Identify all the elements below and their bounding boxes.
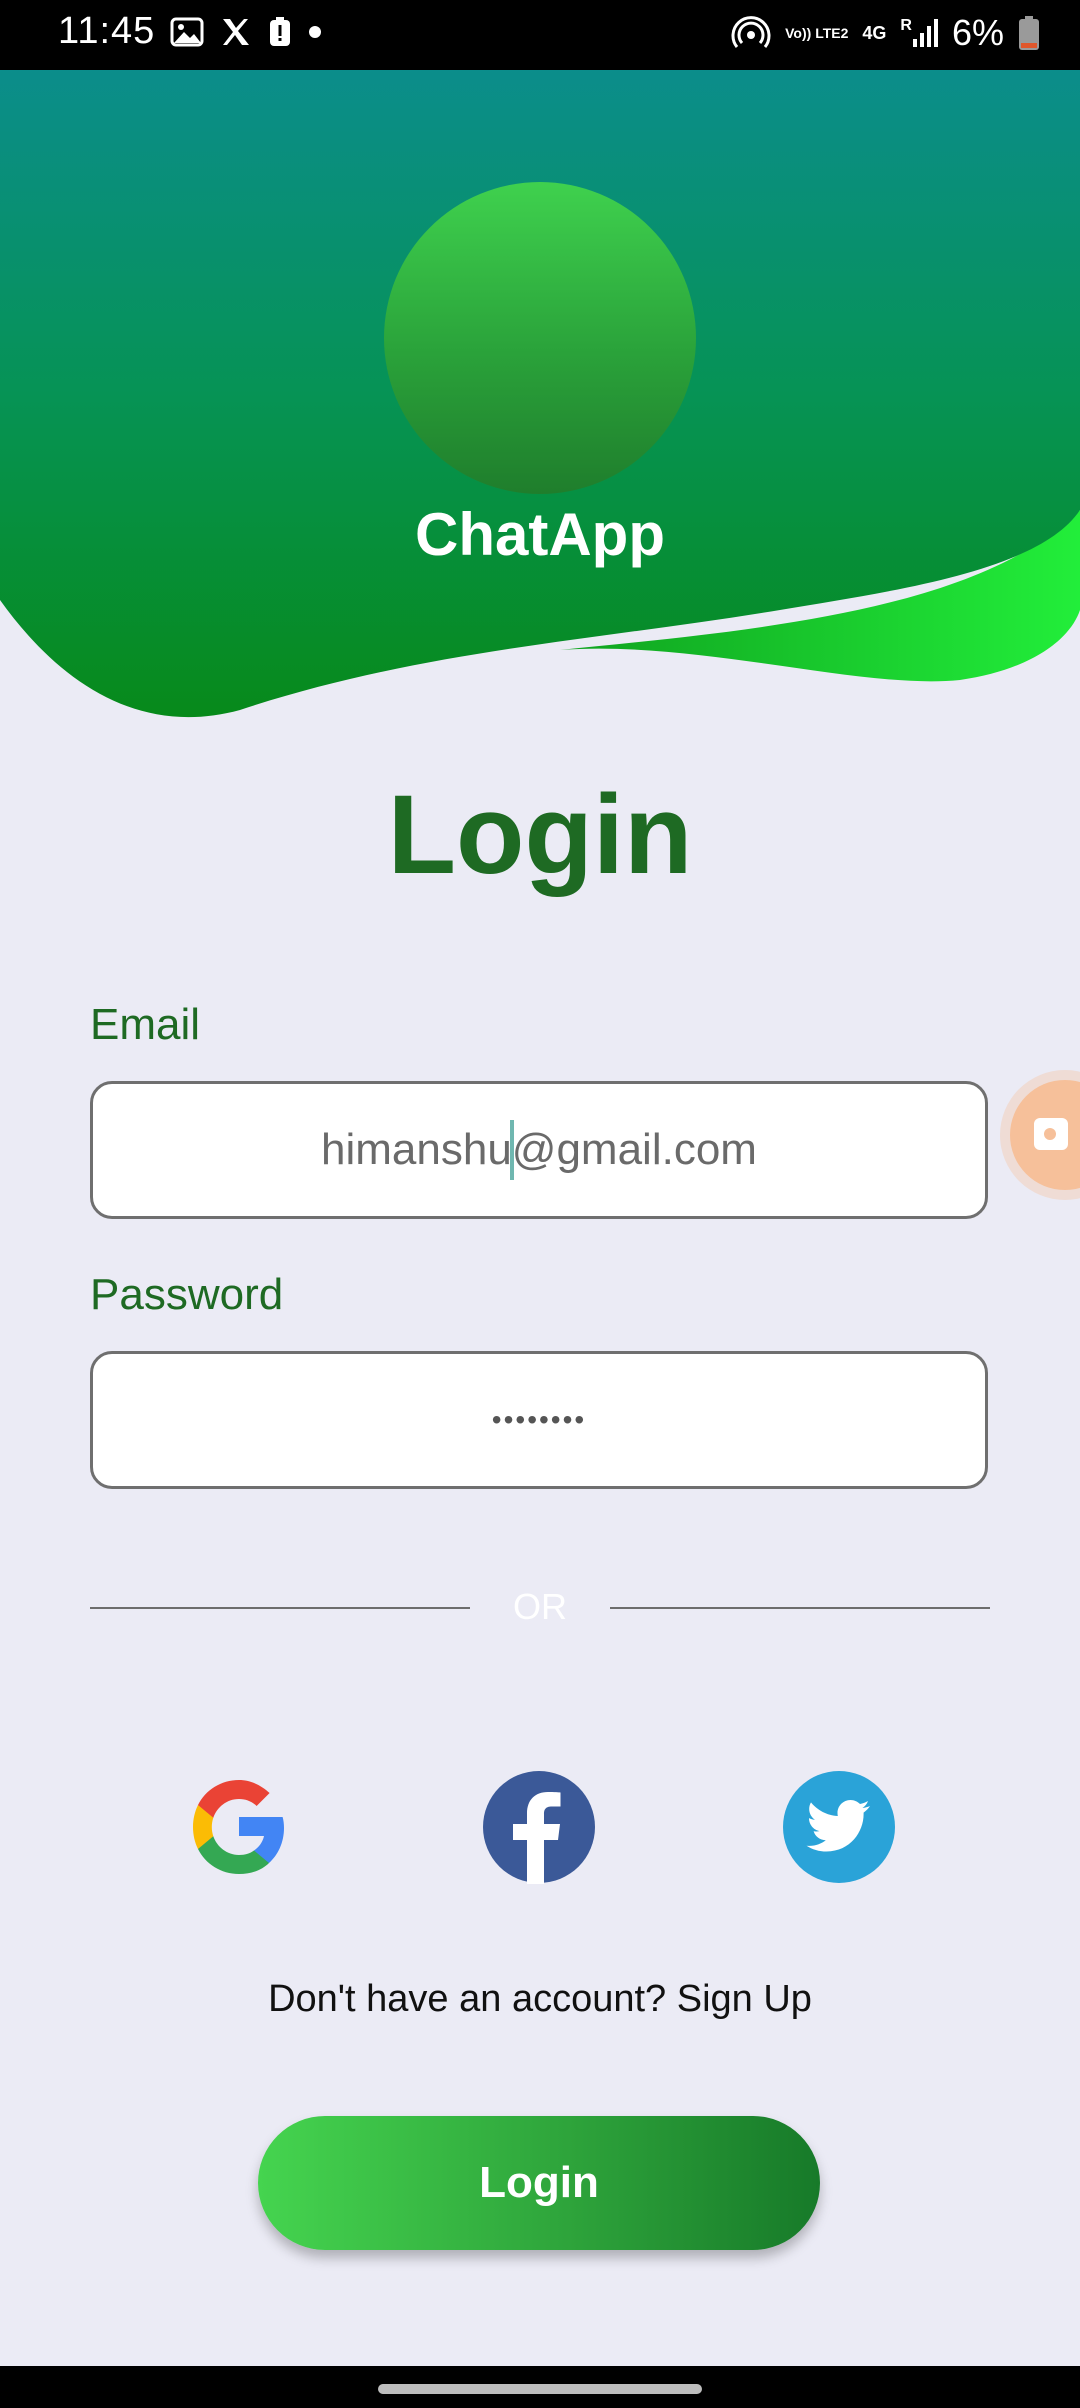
password-value: •••••••• bbox=[491, 1404, 587, 1435]
signup-link[interactable]: Don't have an account? Sign Up bbox=[0, 1978, 1080, 2021]
page-title: Login bbox=[387, 772, 693, 897]
battery-percent: 6% bbox=[951, 12, 1004, 53]
divider-line-right bbox=[610, 1607, 990, 1609]
login-button[interactable]: Login bbox=[258, 2116, 820, 2250]
twitter-icon bbox=[782, 1771, 896, 1888]
facebook-login-button[interactable] bbox=[482, 1770, 596, 1884]
alert-icon bbox=[268, 16, 292, 48]
password-label: Password bbox=[90, 1270, 284, 1319]
google-icon bbox=[182, 1780, 296, 1888]
gallery-icon bbox=[170, 17, 204, 47]
hotspot-icon bbox=[731, 15, 771, 51]
app-logo bbox=[384, 182, 696, 494]
email-label: Email bbox=[90, 1000, 201, 1049]
dot-icon bbox=[308, 25, 322, 39]
email-field[interactable]: himanshu @gmail.com bbox=[90, 1081, 988, 1219]
password-field[interactable]: •••••••• bbox=[90, 1351, 988, 1489]
notification-icons bbox=[170, 16, 322, 48]
4g-icon: 4G bbox=[862, 22, 887, 43]
email-value-start: himanshu bbox=[321, 1125, 512, 1174]
twitter-login-button[interactable] bbox=[782, 1770, 896, 1884]
battery-icon bbox=[1018, 15, 1040, 51]
status-time: 11:45 bbox=[58, 10, 156, 52]
x-icon bbox=[220, 16, 252, 48]
facebook-icon bbox=[482, 1771, 596, 1888]
home-gesture-handle[interactable] bbox=[378, 2384, 702, 2394]
signal-icon: R bbox=[900, 17, 938, 49]
volte-icon: Vo)) LTE2 bbox=[785, 24, 849, 41]
system-icons: Vo)) LTE2 4G R 6% bbox=[731, 12, 1040, 54]
email-value-end: @gmail.com bbox=[511, 1125, 757, 1174]
status-bar: 11:45 Vo)) LTE2 4G R 6% bbox=[0, 0, 1080, 70]
google-login-button[interactable] bbox=[182, 1770, 296, 1884]
divider-line-left bbox=[90, 1607, 470, 1609]
app-name: ChatApp bbox=[415, 501, 665, 568]
record-icon bbox=[1032, 1116, 1072, 1157]
divider-or: OR bbox=[513, 1586, 567, 1627]
roaming-label: R bbox=[900, 17, 912, 34]
floating-record-button[interactable] bbox=[1010, 1080, 1080, 1190]
